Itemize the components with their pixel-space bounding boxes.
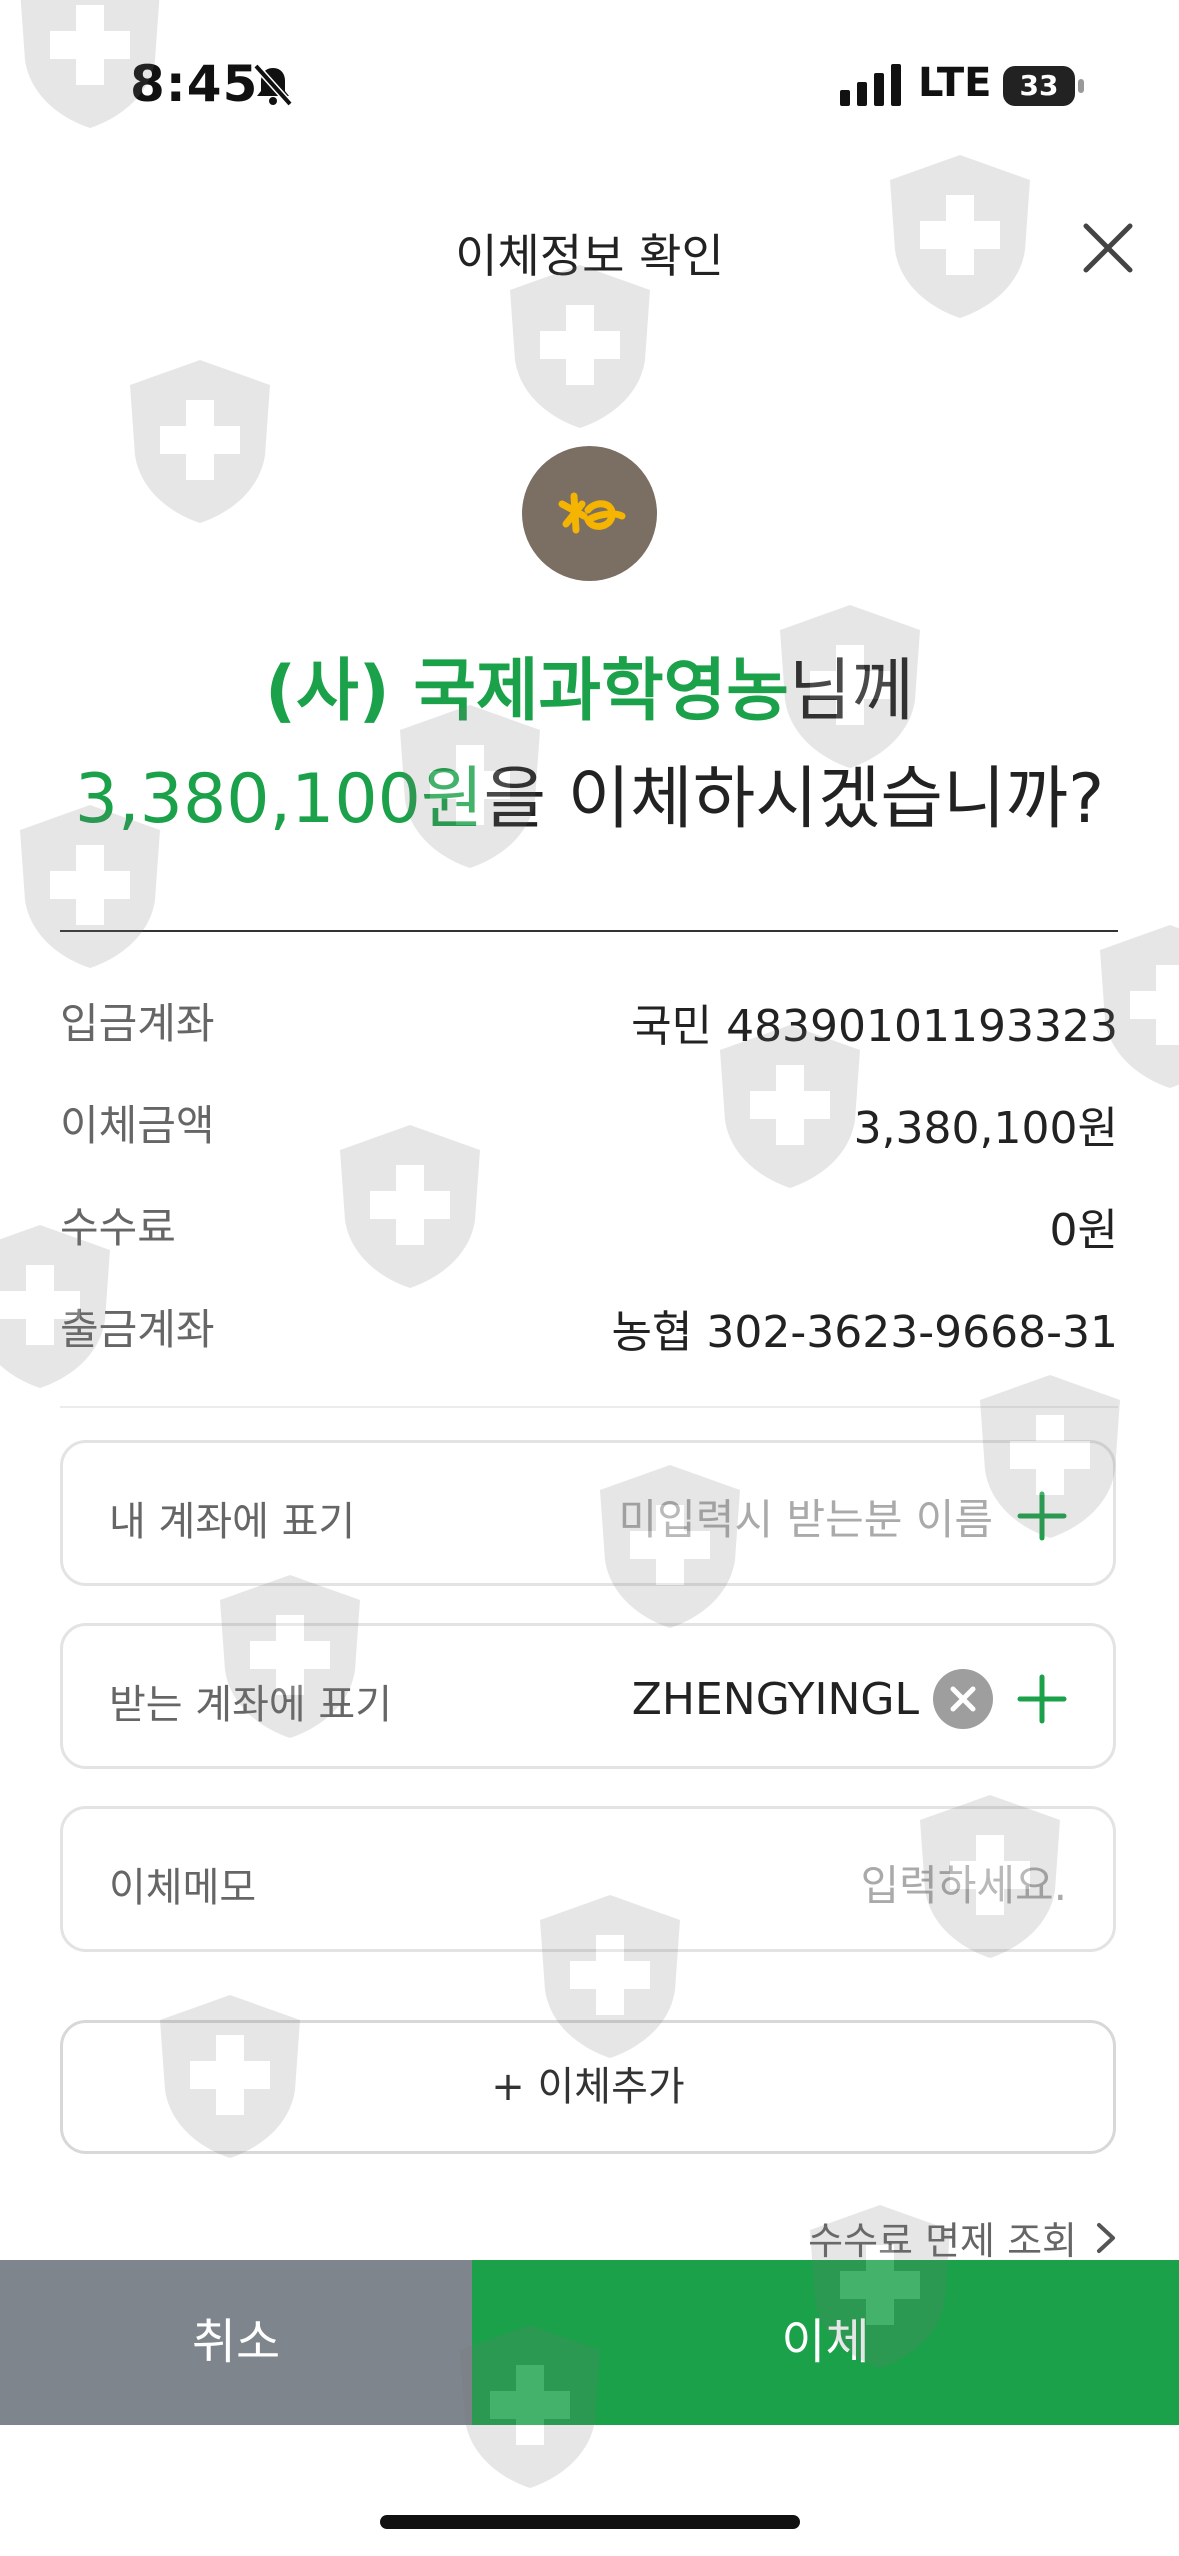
plus-icon[interactable] — [1017, 1674, 1067, 1724]
field-label: 받는 계좌에 표기 — [109, 1682, 393, 1728]
info-label: 입금계좌 — [60, 999, 215, 1048]
transfer-memo-input[interactable]: 입력하세요. — [860, 1852, 1067, 1913]
info-label: 이체금액 — [60, 1101, 215, 1150]
add-transfer-button[interactable]: + 이체추가 — [60, 2020, 1116, 2154]
headline-recipient: (사) 국제과학영농님께 — [0, 635, 1179, 734]
network-type: LTE — [918, 60, 992, 106]
recipient-memo-field[interactable]: 받는 계좌에 표기 ZHENGYINGL — [60, 1623, 1116, 1769]
info-row-transfer-amount: 이체금액 3,380,100원 — [60, 1092, 1118, 1154]
info-value: 국민 48390101193323 — [631, 1001, 1118, 1052]
fee-exemption-label: 수수료 면제 조회 — [808, 2219, 1077, 2263]
fee-exemption-link[interactable]: 수수료 면제 조회 — [808, 2210, 1119, 2265]
close-button[interactable] — [1080, 220, 1136, 276]
my-account-memo-input[interactable]: 미입력시 받는분 이름 — [619, 1486, 993, 1547]
headline-amount: 3,380,100원을 이체하시겠습니까? — [0, 743, 1179, 842]
bell-mute-icon — [250, 62, 296, 108]
transfer-confirm-screen: 8:45 LTE 33 이체정보 확인 (사) 국제과학영농님께 3,380,1… — [0, 0, 1179, 2556]
page-title: 이체정보 확인 — [455, 229, 724, 283]
info-row-deposit-account: 입금계좌 국민 48390101193323 — [60, 990, 1118, 1052]
transfer-button[interactable]: 이체 — [472, 2260, 1179, 2425]
chevron-right-icon — [1097, 2222, 1115, 2253]
info-label: 수수료 — [60, 1203, 176, 1252]
status-bar: 8:45 LTE 33 — [0, 0, 1179, 175]
bank-logo — [522, 446, 657, 581]
home-indicator — [380, 2515, 800, 2529]
signal-icon — [840, 64, 902, 106]
my-account-memo-field[interactable]: 내 계좌에 표기 미입력시 받는분 이름 — [60, 1440, 1116, 1586]
clock: 8:45 — [130, 55, 259, 113]
confirm-question: 을 이체하시겠습니까? — [483, 760, 1105, 839]
info-value: 0원 — [1049, 1205, 1118, 1256]
info-value: 3,380,100원 — [853, 1103, 1118, 1154]
battery-icon: 33 — [1003, 66, 1084, 106]
watermark-shield-icon — [120, 355, 280, 525]
recipient-suffix: 님께 — [788, 652, 914, 731]
info-row-withdrawal-account: 출금계좌 농협 302-3623-9668-31 — [60, 1296, 1118, 1358]
recipient-memo-input[interactable]: ZHENGYINGL — [632, 1674, 919, 1725]
field-label: 내 계좌에 표기 — [109, 1499, 356, 1545]
clear-icon[interactable] — [933, 1669, 993, 1729]
field-label: 이체메모 — [109, 1865, 257, 1911]
recipient-name: (사) 국제과학영농 — [265, 652, 789, 731]
divider — [60, 1406, 1118, 1408]
cancel-button[interactable]: 취소 — [0, 2260, 472, 2425]
transfer-amount: 3,380,100원 — [74, 760, 484, 839]
divider — [60, 930, 1118, 932]
close-icon — [1083, 223, 1133, 273]
battery-level: 33 — [1019, 69, 1059, 102]
info-label: 출금계좌 — [60, 1305, 215, 1354]
plus-icon[interactable] — [1017, 1491, 1067, 1541]
info-value: 농협 302-3623-9668-31 — [611, 1307, 1118, 1358]
transfer-memo-field[interactable]: 이체메모 입력하세요. — [60, 1806, 1116, 1952]
info-row-fee: 수수료 0원 — [60, 1194, 1118, 1256]
